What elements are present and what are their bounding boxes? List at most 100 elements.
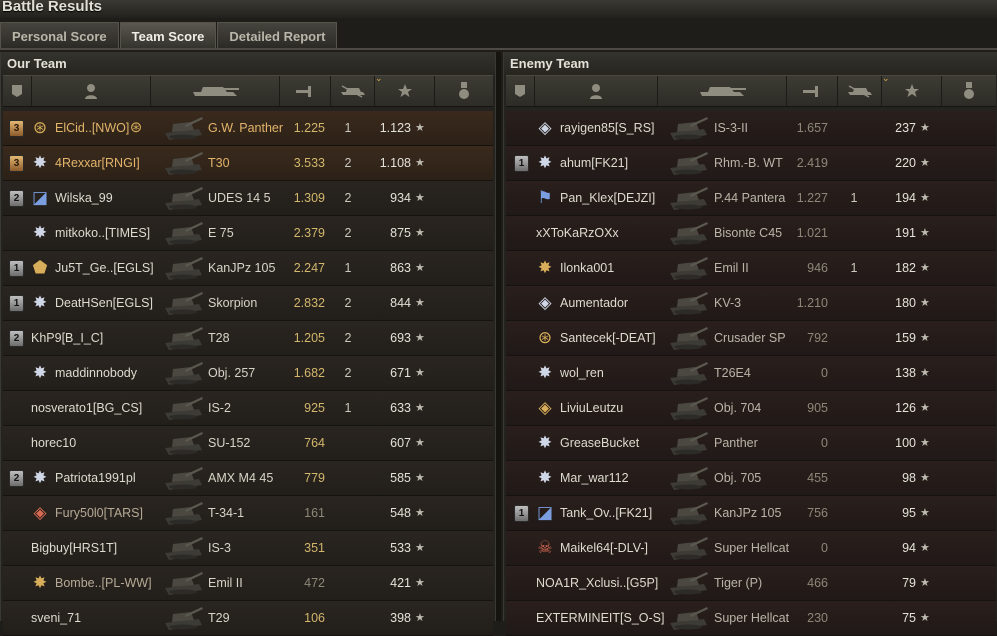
table-row[interactable]: ◈ LiviuLeutzu Obj. 704 905 126 ★ — [506, 391, 996, 426]
player-name[interactable]: sveni_71 — [31, 601, 81, 635]
experience-value: 671 — [390, 366, 411, 380]
table-row[interactable]: ✸ mitkoko..[TIMES] E 75 2.379 2 875 ★ — [3, 216, 493, 251]
player-name[interactable]: DeatHSen[EGLS] — [55, 286, 153, 320]
table-row[interactable]: 1 ✸ ahum[FK21] Rhm.-B. WT 2.419 220 ★ — [506, 146, 996, 181]
table-row[interactable]: horec10 SU-152 764 607 ★ — [3, 426, 493, 461]
player-name[interactable]: wol_ren — [560, 356, 604, 390]
table-row[interactable]: ✸ Mar_war112 Obj. 705 455 98 ★ — [506, 461, 996, 496]
kills-column-header[interactable] — [838, 76, 882, 106]
table-row[interactable]: 1 ✸ DeatHSen[EGLS] Skorpion 2.832 2 844 ★ — [3, 286, 493, 321]
player-name[interactable]: Patriota1991pl — [55, 461, 136, 495]
medal-column-header[interactable] — [942, 76, 996, 106]
table-row[interactable]: ✸ GreaseBucket Panther 0 100 ★ — [506, 426, 996, 461]
player-name[interactable]: xXToKaRzOXx — [536, 216, 619, 250]
table-row[interactable]: EXTERMINEIT[S_O-S] Super Hellcat 230 75 ★ — [506, 601, 996, 636]
player-name[interactable]: maddinnobody — [55, 356, 137, 390]
star-emblem-icon: ✸ — [32, 153, 48, 172]
table-row[interactable]: ⊛ Santecek[-DEAT] Crusader SP 792 159 ★ — [506, 321, 996, 356]
damage-column-header[interactable] — [787, 76, 838, 106]
rank-column-header[interactable] — [506, 76, 535, 106]
tank-column-header[interactable] — [151, 76, 280, 106]
player-name[interactable]: Tank_Ov..[FK21] — [560, 496, 652, 530]
player-name[interactable]: Wilska_99 — [55, 181, 113, 215]
player-name[interactable]: ElCid..[NWO] — [55, 111, 129, 145]
kills-column-header[interactable] — [331, 76, 375, 106]
player-name[interactable]: Fury50l0[TARS] — [55, 496, 143, 530]
table-row[interactable]: 1 ⬟ Ju5T_Ge..[EGLS] KanJPz 105 2.247 1 863 ★ — [3, 251, 493, 286]
player-name[interactable]: KhP9[B_I_C] — [31, 321, 103, 355]
table-row[interactable]: 2 KhP9[B_I_C] T28 1.205 2 693 ★ — [3, 321, 493, 356]
table-row[interactable]: ◈ Aumentador KV-3 1.210 180 ★ — [506, 286, 996, 321]
table-row[interactable]: ⚑ Pan_Klex[DEJZI] P.44 Pantera 1.227 1 194 ★ — [506, 181, 996, 216]
experience-value: 180 — [895, 296, 916, 310]
player-name[interactable]: GreaseBucket — [560, 426, 639, 460]
table-row[interactable]: ◈ Fury50l0[TARS] T-34-1 161 548 ★ — [3, 496, 493, 531]
rank-badge-icon: 1 — [514, 155, 529, 172]
table-row[interactable]: 2 ◪ Wilska_99 UDES 14 5 1.309 2 934 ★ — [3, 181, 493, 216]
table-row[interactable]: 1 ◪ Tank_Ov..[FK21] KanJPz 105 756 95 ★ — [506, 496, 996, 531]
rank-badge-icon — [515, 85, 525, 97]
tank-silhouette-icon — [165, 362, 203, 385]
table-row[interactable]: Bigbuy[HRS1T] IS-3 351 533 ★ — [3, 531, 493, 566]
player-name[interactable]: horec10 — [31, 426, 76, 460]
table-row[interactable]: ✸ Bombe..[PL-WW] Emil II 472 421 ★ — [3, 566, 493, 601]
player-name[interactable]: Bombe..[PL-WW] — [55, 566, 152, 600]
experience-star-icon: ★ — [920, 542, 930, 554]
player-name[interactable]: Maikel64[-DLV-] — [560, 531, 648, 565]
tab-bar: Personal Score Team Score Detailed Repor… — [0, 22, 338, 48]
rank-column-header[interactable] — [3, 76, 32, 106]
player-name[interactable]: mitkoko..[TIMES] — [55, 216, 150, 250]
table-row[interactable]: ◈ rayigen85[S_RS] IS-3-II 1.657 237 ★ — [506, 111, 996, 146]
table-row[interactable]: 3 ✸ 4Rexxar[RNGI] T30 3.533 2 1.108 ★ — [3, 146, 493, 181]
rank-badge-icon: 1 — [9, 260, 24, 277]
experience-value: 934 — [390, 191, 411, 205]
experience-column-header[interactable]: ⌄ — [375, 73, 435, 106]
tab-detailed-report[interactable]: Detailed Report — [217, 22, 338, 48]
player-column-header[interactable] — [535, 76, 658, 106]
table-row[interactable]: nosverato1[BG_CS] IS-2 925 1 633 ★ — [3, 391, 493, 426]
tank-column-header[interactable] — [658, 76, 787, 106]
player-name[interactable]: NOA1R_Xclusi..[G5P] — [536, 566, 658, 600]
table-row[interactable]: sveni_71 T29 106 398 ★ — [3, 601, 493, 636]
enemy-team-title: Enemy Team — [504, 52, 997, 75]
tank-thumbnail — [668, 113, 708, 143]
table-row[interactable]: xXToKaRzOXx Bisonte C45 1.021 191 ★ — [506, 216, 996, 251]
table-row[interactable]: 2 ✸ Patriota1991pl AMX M4 45 779 585 ★ — [3, 461, 493, 496]
player-name[interactable]: Ju5T_Ge..[EGLS] — [55, 251, 154, 285]
player-name[interactable]: ahum[FK21] — [560, 146, 628, 180]
player-column-header[interactable] — [32, 76, 151, 106]
player-name[interactable]: Bigbuy[HRS1T] — [31, 531, 117, 565]
tank-silhouette-icon — [670, 432, 708, 455]
player-name[interactable]: 4Rexxar[RNGI] — [55, 146, 140, 180]
tab-team-score[interactable]: Team Score — [119, 22, 217, 48]
player-name[interactable]: EXTERMINEIT[S_O-S] — [536, 601, 665, 635]
player-name[interactable]: nosverato1[BG_CS] — [31, 391, 142, 425]
table-row[interactable]: NOA1R_Xclusi..[G5P] Tiger (P) 466 79 ★ — [506, 566, 996, 601]
medal-column-header[interactable] — [435, 76, 493, 106]
tab-underline — [0, 48, 997, 50]
tank-name: T26E4 — [714, 366, 751, 380]
tank-name: E 75 — [208, 226, 234, 240]
player-name[interactable]: Mar_war112 — [560, 461, 629, 495]
tank-silhouette-icon — [165, 467, 203, 490]
table-row[interactable]: ☠ Maikel64[-DLV-] Super Hellcat 0 94 ★ — [506, 531, 996, 566]
tab-personal-score[interactable]: Personal Score — [0, 22, 119, 48]
experience-value: 607 — [390, 436, 411, 450]
player-name[interactable]: Ilonka001 — [560, 251, 614, 285]
table-row[interactable]: 3 ⊛ ElCid..[NWO] ⊛ G.W. Panther 1.225 1 1.123 ★ — [3, 111, 493, 146]
damage-column-header[interactable] — [280, 76, 331, 106]
experience-value: 237 — [895, 121, 916, 135]
experience-column-header[interactable]: ⌄ — [882, 73, 942, 106]
player-name[interactable]: LiviuLeutzu — [560, 391, 623, 425]
player-name[interactable]: Santecek[-DEAT] — [560, 321, 656, 355]
player-name[interactable]: rayigen85[S_RS] — [560, 111, 655, 145]
experience-star-icon: ★ — [920, 402, 930, 414]
experience-star-icon: ★ — [920, 262, 930, 274]
table-row[interactable]: ✸ wol_ren T26E4 0 138 ★ — [506, 356, 996, 391]
player-name[interactable]: Pan_Klex[DEJZI] — [560, 181, 655, 215]
player-name[interactable]: Aumentador — [560, 286, 628, 320]
enemy-team-list: ◈ rayigen85[S_RS] IS-3-II 1.657 237 ★ 1 ✸ ahum[F… — [506, 111, 996, 636]
table-row[interactable]: ✸ maddinnobody Obj. 257 1.682 2 671 ★ — [3, 356, 493, 391]
table-row[interactable]: ✸ Ilonka001 Emil II 946 1 182 ★ — [506, 251, 996, 286]
damage-value: 455 — [807, 471, 828, 485]
